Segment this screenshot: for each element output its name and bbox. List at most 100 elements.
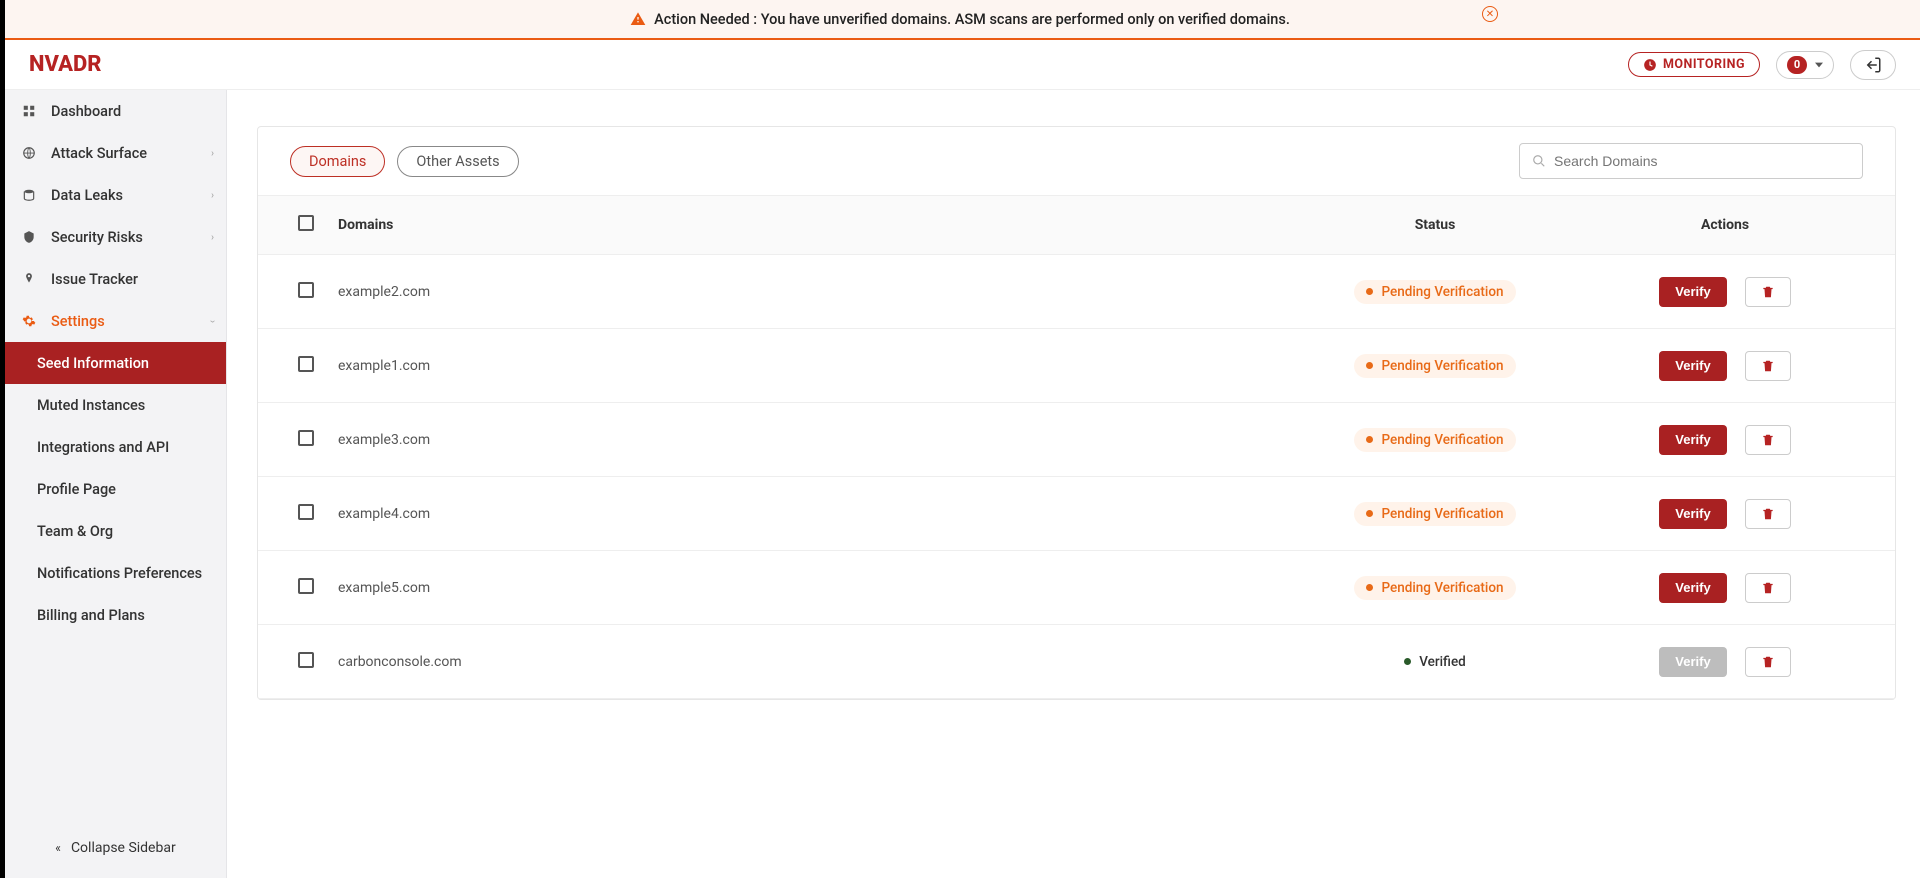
domains-card: Domains Other Assets Domains Status Acti… [257,126,1896,700]
delete-button[interactable] [1745,351,1791,381]
status-cell: Verified [1275,650,1595,674]
logout-button[interactable] [1850,50,1896,80]
status-badge: Pending Verification [1354,502,1515,526]
banner-close-icon[interactable]: ✕ [1482,6,1498,22]
trash-icon [1761,581,1775,595]
trash-icon [1761,507,1775,521]
chevron-right-icon: › [211,190,214,201]
table-header: Domains Status Actions [258,195,1895,255]
sidebar-item-attack-surface[interactable]: Attack Surface › [5,132,226,174]
status-text: Pending Verification [1381,506,1503,522]
search-input[interactable] [1554,153,1850,169]
delete-button[interactable] [1745,277,1791,307]
monitoring-label: MONITORING [1663,57,1745,72]
sidebar-item-label: Integrations and API [37,439,169,456]
select-all-checkbox[interactable] [298,215,314,231]
actions-cell: Verify [1595,499,1855,529]
sidebar-item-team-org[interactable]: Team & Org [5,510,226,552]
delete-button[interactable] [1745,499,1791,529]
row-checkbox[interactable] [298,652,314,668]
trash-icon [1761,285,1775,299]
tab-label: Domains [309,153,366,170]
verify-button[interactable]: Verify [1659,351,1726,381]
collapse-sidebar-button[interactable]: « Collapse Sidebar [5,828,226,868]
sidebar-item-dashboard[interactable]: Dashboard [5,90,226,132]
row-checkbox[interactable] [298,356,314,372]
sidebar-item-notifications-preferences[interactable]: Notifications Preferences [5,552,226,594]
row-checkbox[interactable] [298,430,314,446]
trash-icon [1761,359,1775,373]
table-row: carbonconsole.com Verified Verify [258,625,1895,699]
sidebar-item-security-risks[interactable]: Security Risks › [5,216,226,258]
shield-icon [21,230,37,244]
sidebar-item-label: Security Risks [51,229,143,246]
caret-down-icon [1815,61,1823,69]
verify-button[interactable]: Verify [1659,499,1726,529]
notification-button[interactable]: 0 [1776,51,1834,79]
sidebar-item-label: Team & Org [37,523,113,540]
domain-cell: example5.com [338,580,1275,596]
domain-cell: carbonconsole.com [338,654,1275,670]
search-box[interactable] [1519,143,1863,179]
tab-label: Other Assets [416,153,499,170]
status-cell: Pending Verification [1275,502,1595,526]
delete-button[interactable] [1745,573,1791,603]
sidebar-item-profile-page[interactable]: Profile Page [5,468,226,510]
table-row: example2.com Pending Verification Verify [258,255,1895,329]
sidebar: Dashboard Attack Surface › Data Leaks › … [5,90,227,878]
row-checkbox[interactable] [298,578,314,594]
chevron-right-icon: › [211,232,214,243]
sidebar-item-integrations-api[interactable]: Integrations and API [5,426,226,468]
delete-button[interactable] [1745,425,1791,455]
tab-other-assets[interactable]: Other Assets [397,146,518,177]
monitoring-button[interactable]: MONITORING [1628,52,1760,77]
warning-icon [630,11,646,27]
status-text: Pending Verification [1381,432,1503,448]
status-dot-icon [1366,584,1373,591]
status-badge: Pending Verification [1354,428,1515,452]
status-cell: Pending Verification [1275,354,1595,378]
sidebar-item-label: Data Leaks [51,187,123,204]
status-cell: Pending Verification [1275,280,1595,304]
status-dot-icon [1366,510,1373,517]
status-dot-icon [1366,362,1373,369]
topbar: NVADR MONITORING 0 [5,40,1920,90]
status-text: Pending Verification [1381,580,1503,596]
row-checkbox[interactable] [298,504,314,520]
chevron-down-icon: › [207,319,218,322]
status-badge: Pending Verification [1354,280,1515,304]
gear-icon [21,314,37,328]
sidebar-item-data-leaks[interactable]: Data Leaks › [5,174,226,216]
table-row: example3.comPending VerificationVerify [258,403,1895,477]
status-cell: Pending Verification [1275,576,1595,600]
verify-button: Verify [1659,647,1726,677]
status-text: Verified [1419,654,1466,670]
table-row: example5.com Pending Verification Verify [258,551,1895,625]
verify-button[interactable]: Verify [1659,425,1726,455]
status-text: Pending Verification [1381,358,1503,374]
verify-button[interactable]: Verify [1659,573,1726,603]
verify-button[interactable]: Verify [1659,277,1726,307]
tab-domains[interactable]: Domains [290,146,385,177]
sidebar-item-billing-plans[interactable]: Billing and Plans [5,594,226,636]
sidebar-item-label: Billing and Plans [37,607,145,624]
notification-count: 0 [1787,56,1807,74]
domain-cell: example2.com [338,284,1275,300]
sidebar-item-settings[interactable]: Settings › [5,300,226,342]
chevron-right-icon: › [211,148,214,159]
sidebar-item-muted-instances[interactable]: Muted Instances [5,384,226,426]
row-checkbox[interactable] [298,282,314,298]
main-content: Domains Other Assets Domains Status Acti… [227,90,1920,878]
brand-logo: NVADR [29,52,102,77]
sidebar-item-seed-information[interactable]: Seed Information [5,342,226,384]
status-badge: Pending Verification [1354,576,1515,600]
clock-icon [1643,58,1657,72]
status-badge: Verified [1392,650,1478,674]
delete-button[interactable] [1745,647,1791,677]
sidebar-item-label: Seed Information [37,355,149,372]
dashboard-icon [21,104,37,118]
sidebar-item-issue-tracker[interactable]: Issue Tracker [5,258,226,300]
table-row: example4.comPending VerificationVerify [258,477,1895,551]
trash-icon [1761,655,1775,669]
sidebar-item-label: Dashboard [51,103,121,120]
